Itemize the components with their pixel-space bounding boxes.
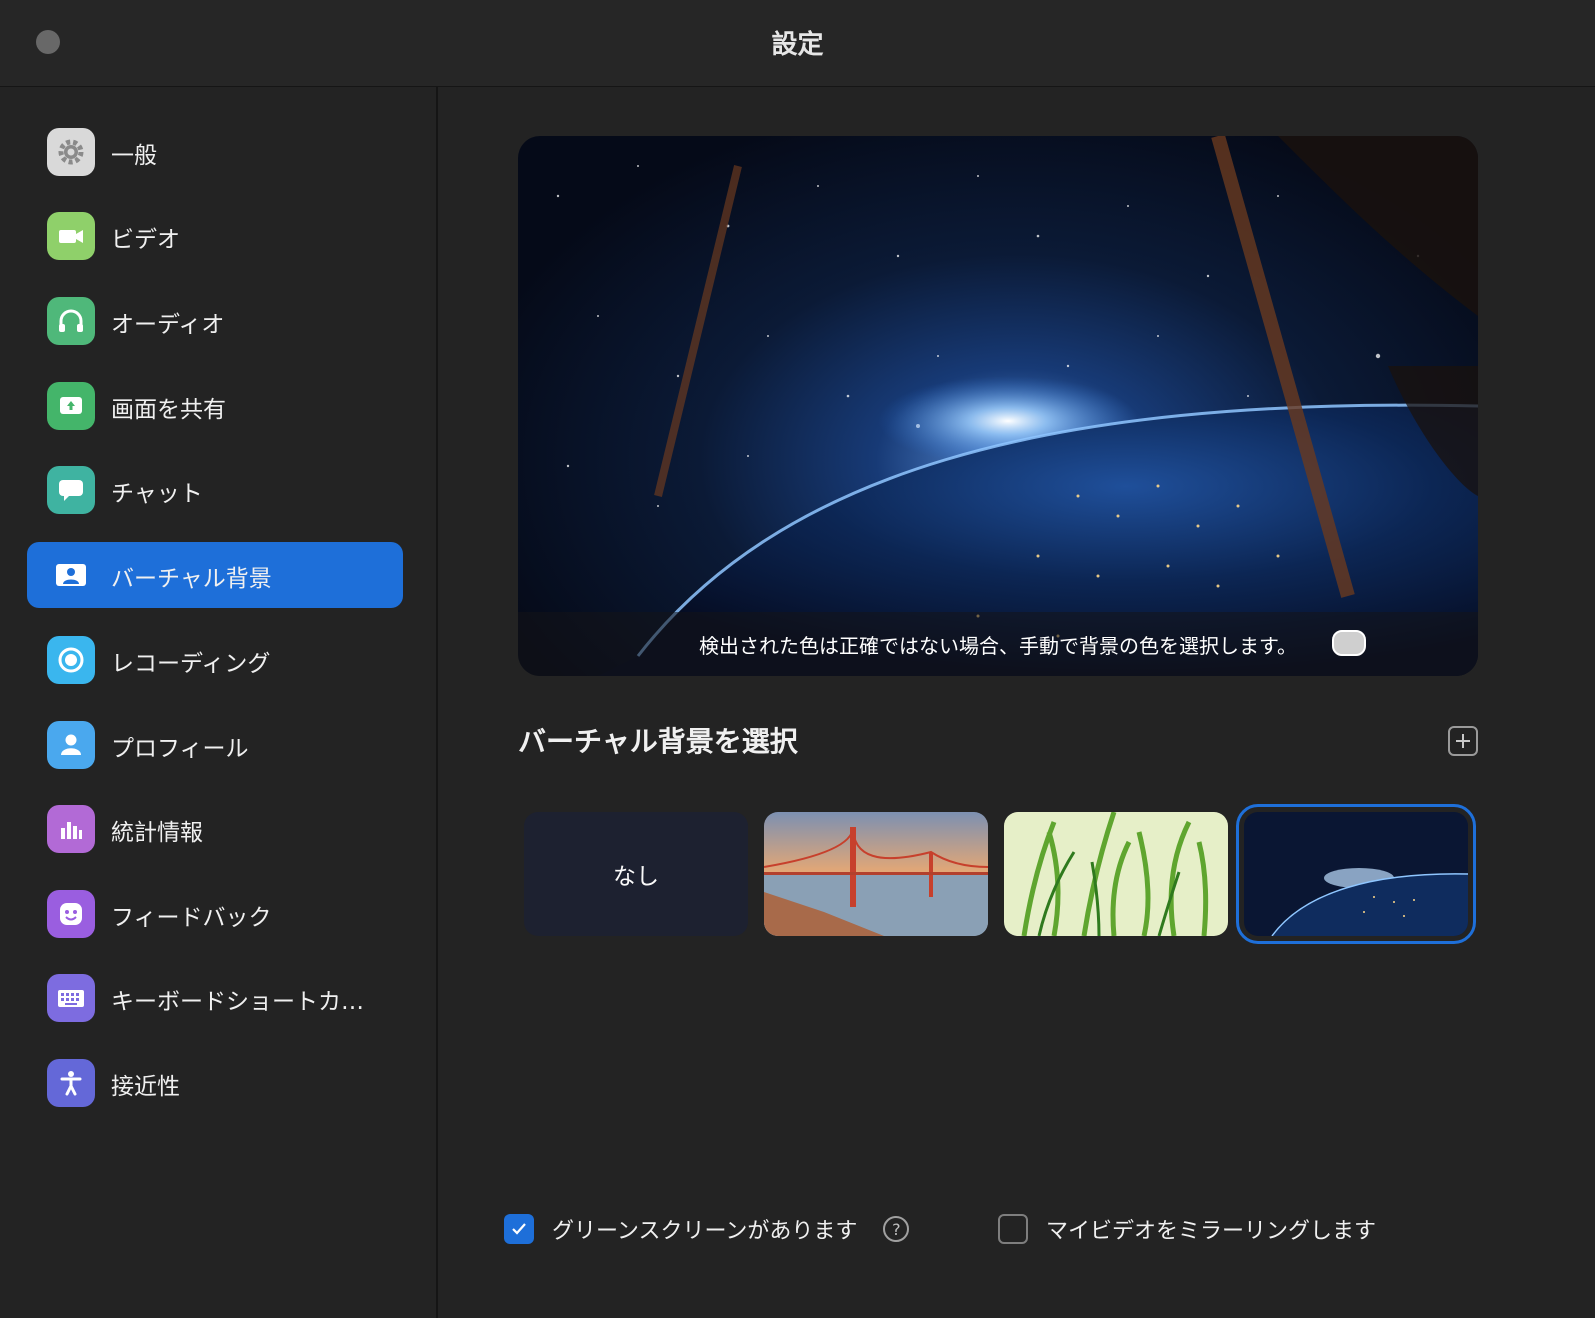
sidebar-item-chat[interactable]: チャット (27, 457, 403, 523)
mirror-video-label: マイビデオをミラーリングします (1046, 1219, 1377, 1244)
sidebar-item-label: チャット (111, 481, 203, 507)
green-screen-checkbox[interactable] (504, 1214, 534, 1244)
background-thumbnail-grass[interactable] (1004, 812, 1228, 936)
add-background-button[interactable] (1448, 726, 1478, 756)
sidebar-item-label: 統計情報 (111, 820, 203, 846)
background-thumbnail-earth[interactable] (1236, 804, 1476, 944)
headphones-icon (47, 297, 95, 345)
thumbnail-label: なし (613, 864, 659, 890)
window-title: 設定 (771, 30, 824, 60)
sidebar-item-video[interactable]: ビデオ (27, 203, 403, 269)
sidebar: 一般 ビデオ オーディオ 画面を共有 チャット バーチャル背景 レコーディング … (0, 87, 438, 1318)
sidebar-item-share-screen[interactable]: 画面を共有 (27, 373, 403, 439)
checkmark-icon (512, 1223, 526, 1235)
color-picker-toggle[interactable] (1332, 630, 1366, 656)
sidebar-item-recording[interactable]: レコーディング (27, 627, 403, 693)
sidebar-item-label: バーチャル背景 (111, 566, 272, 592)
sidebar-item-label: キーボードショートカ… (111, 989, 364, 1015)
sidebar-item-feedback[interactable]: フィードバック (27, 881, 403, 947)
green-screen-option: グリーンスクリーンがあります ? (504, 1213, 910, 1245)
share-screen-icon (47, 382, 95, 430)
virtual-background-icon (47, 551, 95, 599)
background-thumbnail-none[interactable]: なし (524, 812, 748, 936)
video-camera-icon (47, 212, 95, 260)
record-icon (47, 636, 95, 684)
keyboard-icon (47, 974, 95, 1022)
smiley-icon (47, 890, 95, 938)
background-thumbnail-golden-gate[interactable] (764, 812, 988, 936)
sidebar-item-label: 接近性 (111, 1074, 180, 1100)
settings-window: 設定 一般 ビデオ オーディオ 画面を共有 チャット バーチャル背景 レコーディ… (0, 0, 1595, 1318)
sidebar-item-virtual-background[interactable]: バーチャル背景 (27, 542, 403, 608)
earth-background-image (556, 136, 1478, 676)
bar-chart-icon (47, 805, 95, 853)
sidebar-item-audio[interactable]: オーディオ (27, 288, 403, 354)
gear-icon (47, 128, 95, 176)
main-panel: 検出された色は正確ではない場合、手動で背景の色を選択します。 バーチャル背景を選… (438, 87, 1595, 1318)
mirror-video-checkbox[interactable] (998, 1214, 1028, 1244)
section-title: バーチャル背景を選択 (518, 725, 798, 758)
sidebar-item-label: 一般 (111, 143, 157, 169)
sidebar-item-keyboard-shortcuts[interactable]: キーボードショートカ… (27, 965, 403, 1031)
sidebar-item-profile[interactable]: プロフィール (27, 712, 403, 778)
help-icon[interactable]: ? (883, 1216, 910, 1242)
green-screen-label: グリーンスクリーンがあります (552, 1219, 858, 1244)
sidebar-item-statistics[interactable]: 統計情報 (27, 796, 403, 862)
sidebar-item-label: 画面を共有 (111, 397, 226, 423)
chat-bubble-icon (47, 466, 95, 514)
sidebar-item-label: プロフィール (111, 736, 249, 762)
video-preview: 検出された色は正確ではない場合、手動で背景の色を選択します。 (518, 136, 1478, 676)
mirror-video-option: マイビデオをミラーリングします (998, 1213, 1376, 1245)
caption-bar: 検出された色は正確ではない場合、手動で背景の色を選択します。 (518, 612, 1478, 676)
accessibility-icon (47, 1059, 95, 1107)
sidebar-item-label: レコーディング (111, 651, 271, 677)
title-bar: 設定 (0, 0, 1595, 87)
sidebar-item-label: オーディオ (111, 312, 225, 338)
person-icon (47, 721, 95, 769)
sidebar-item-accessibility[interactable]: 接近性 (27, 1050, 403, 1116)
sidebar-item-general[interactable]: 一般 (27, 119, 403, 185)
sidebar-item-label: フィードバック (111, 905, 272, 931)
sidebar-item-label: ビデオ (111, 227, 180, 253)
